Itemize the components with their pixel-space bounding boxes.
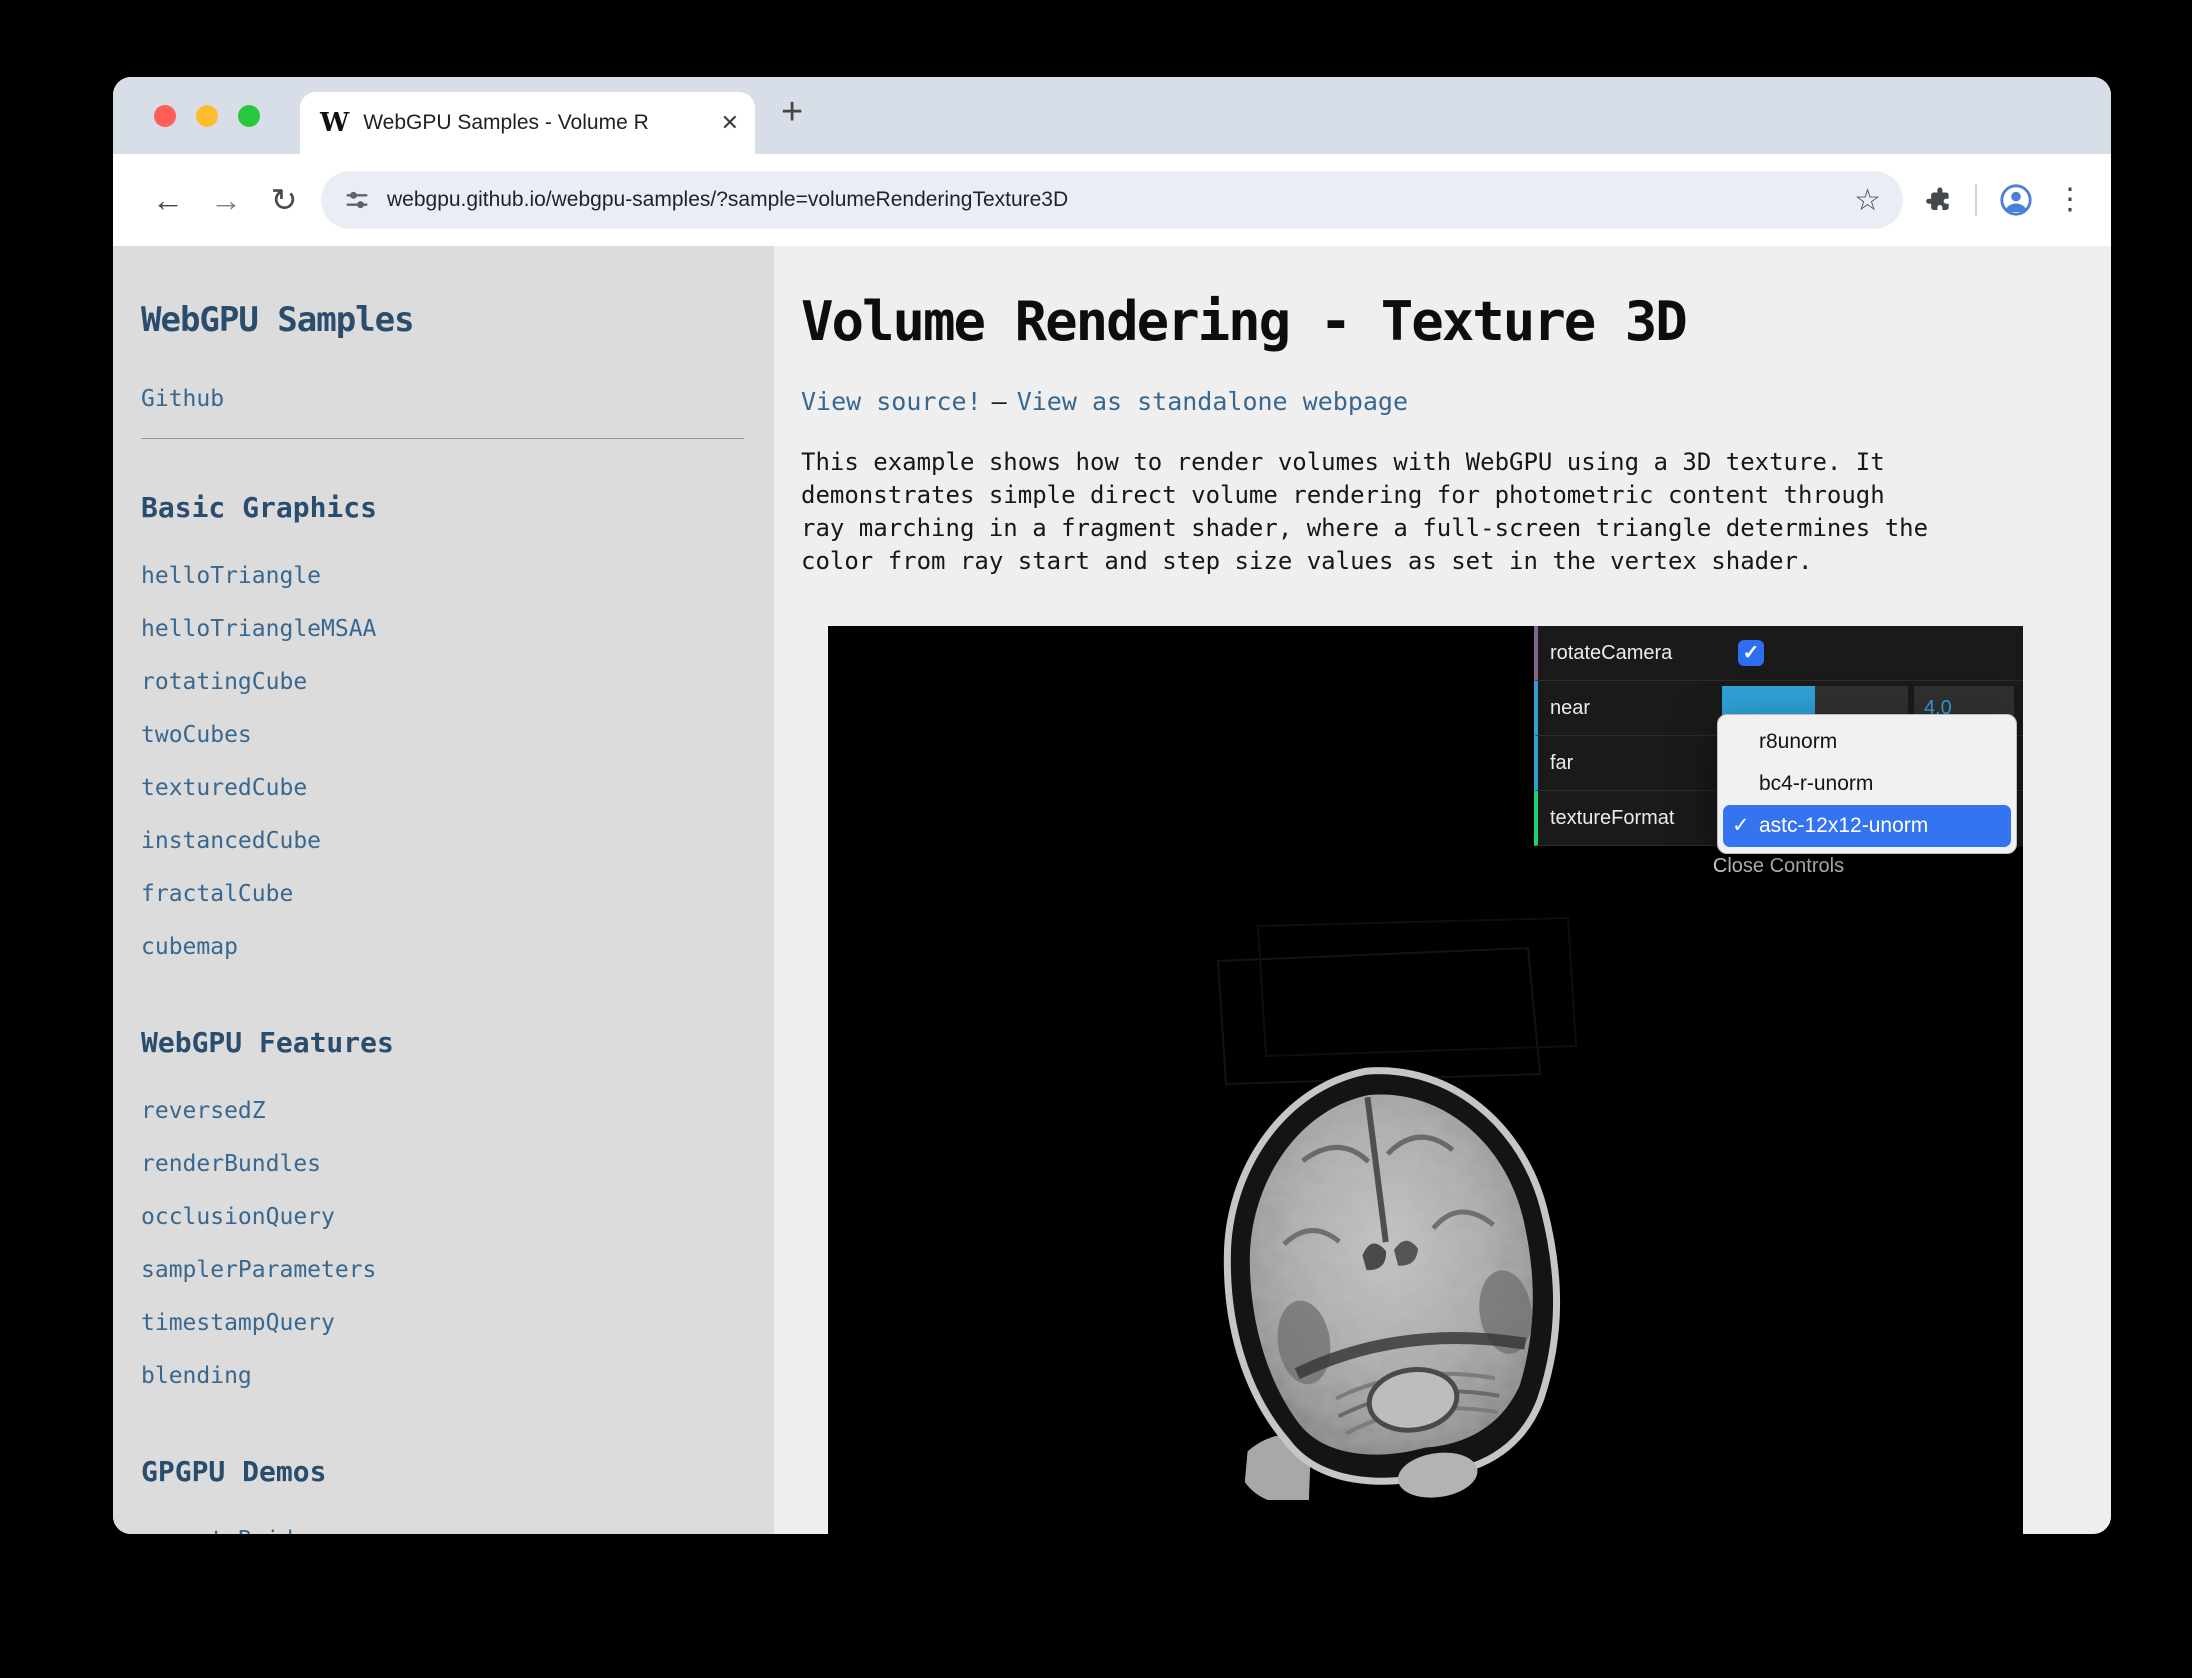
near-label: near	[1538, 697, 1722, 720]
rotate-camera-label: rotateCamera	[1538, 642, 1722, 665]
checkmark-icon: ✓	[1732, 805, 1750, 847]
page-title: Volume Rendering - Texture 3D	[801, 290, 2111, 353]
standalone-link[interactable]: View as standalone webpage	[1017, 387, 1408, 416]
toolbar-actions: ⋮	[1923, 183, 2085, 217]
dropdown-option-bc4-r-unorm[interactable]: bc4-r-unorm	[1723, 763, 2011, 805]
sidebar-item-helloTriangleMSAA[interactable]: helloTriangleMSAA	[141, 603, 774, 656]
dropdown-option-label: astc-12x12-unorm	[1759, 814, 1928, 837]
sidebar-link-list: computeBoids	[141, 1514, 774, 1534]
view-source-link[interactable]: View source!	[801, 387, 982, 416]
dropdown-option-label: r8unorm	[1759, 730, 1837, 753]
extensions-icon[interactable]	[1923, 185, 1953, 215]
toolbar-divider	[1975, 184, 1977, 216]
url-text[interactable]: webgpu.github.io/webgpu-samples/?sample=…	[387, 188, 1842, 212]
sidebar-section-heading: GPGPU Demos	[141, 1455, 774, 1488]
page-content: WebGPU Samples Github Basic Graphics hell…	[113, 246, 2111, 1534]
site-title: WebGPU Samples	[141, 300, 774, 340]
traffic-lights	[154, 105, 260, 127]
sidebar-section-heading: Basic Graphics	[141, 491, 774, 524]
dropdown-option-astc-12x12-unorm[interactable]: ✓ astc-12x12-unorm	[1723, 805, 2011, 847]
gui-row-rotate-camera: rotateCamera ✓	[1534, 626, 2023, 681]
tab-favicon-icon: W	[320, 108, 349, 138]
rotate-camera-checkbox[interactable]: ✓	[1738, 640, 1764, 666]
tab-close-icon[interactable]: ✕	[721, 110, 739, 136]
sidebar-item-renderBundles[interactable]: renderBundles	[141, 1138, 774, 1191]
brain-mri-render	[1168, 1030, 1608, 1500]
sidebar-section-heading: WebGPU Features	[141, 1026, 774, 1059]
sidebar-item-computeBoids[interactable]: computeBoids	[141, 1514, 774, 1534]
sidebar-item-rotatingCube[interactable]: rotatingCube	[141, 656, 774, 709]
sample-description: This example shows how to render volumes…	[801, 446, 1935, 578]
reload-icon[interactable]: ↻	[255, 181, 313, 219]
bookmark-star-icon[interactable]: ☆	[1854, 183, 1881, 218]
sidebar-item-helloTriangle[interactable]: helloTriangle	[141, 550, 774, 603]
texture-format-label: textureFormat	[1538, 807, 1722, 830]
sidebar-item-cubemap[interactable]: cubemap	[141, 921, 774, 974]
main-content: Volume Rendering - Texture 3D View sourc…	[774, 246, 2111, 1534]
sidebar-item-samplerParameters[interactable]: samplerParameters	[141, 1244, 774, 1297]
sidebar-sections: Basic Graphics helloTrianglehelloTriangle…	[141, 491, 774, 1534]
dropdown-option-r8unorm[interactable]: r8unorm	[1723, 721, 2011, 763]
profile-avatar-icon[interactable]	[1999, 183, 2033, 217]
texture-format-dropdown: r8unorm bc4-r-unorm ✓ astc-12x12-unorm	[1717, 714, 2017, 854]
forward-icon[interactable]: →	[197, 182, 255, 219]
checkbox-check-icon: ✓	[1743, 642, 1760, 664]
sample-links-row: View source! — View as standalone webpage	[801, 387, 2111, 416]
sidebar-link-list: helloTrianglehelloTriangleMSAArotatingCu…	[141, 550, 774, 974]
tab-strip: W WebGPU Samples - Volume R ✕ +	[113, 77, 2111, 154]
sidebar: WebGPU Samples Github Basic Graphics hell…	[113, 246, 774, 1534]
new-tab-button[interactable]: +	[781, 91, 803, 134]
sidebar-item-occlusionQuery[interactable]: occlusionQuery	[141, 1191, 774, 1244]
sidebar-item-fractalCube[interactable]: fractalCube	[141, 868, 774, 921]
github-link[interactable]: Github	[141, 386, 774, 412]
sidebar-item-blending[interactable]: blending	[141, 1350, 774, 1403]
sidebar-item-reversedZ[interactable]: reversedZ	[141, 1085, 774, 1138]
dropdown-option-label: bc4-r-unorm	[1759, 772, 1873, 795]
sidebar-item-texturedCube[interactable]: texturedCube	[141, 762, 774, 815]
browser-tab[interactable]: W WebGPU Samples - Volume R ✕	[300, 92, 755, 154]
minimize-window-button[interactable]	[196, 105, 218, 127]
browser-toolbar: ← → ↻ webgpu.github.io/webgpu-samples/?s…	[113, 154, 2111, 246]
sidebar-link-list: reversedZrenderBundlesocclusionQuerysamp…	[141, 1085, 774, 1403]
sidebar-item-timestampQuery[interactable]: timestampQuery	[141, 1297, 774, 1350]
browser-window: W WebGPU Samples - Volume R ✕ + ← → ↻ we…	[113, 77, 2111, 1534]
webgpu-canvas[interactable]: rotateCamera ✓ near 4.0 far texture	[828, 626, 2023, 1534]
sidebar-item-instancedCube[interactable]: instancedCube	[141, 815, 774, 868]
tab-title: WebGPU Samples - Volume R	[363, 111, 714, 135]
zoom-window-button[interactable]	[238, 105, 260, 127]
sidebar-item-twoCubes[interactable]: twoCubes	[141, 709, 774, 762]
menu-kebab-icon[interactable]: ⋮	[2055, 185, 2085, 215]
sidebar-divider	[141, 438, 744, 439]
back-icon[interactable]: ←	[139, 182, 197, 219]
far-label: far	[1538, 752, 1722, 775]
address-bar[interactable]: webgpu.github.io/webgpu-samples/?sample=…	[321, 171, 1903, 229]
close-window-button[interactable]	[154, 105, 176, 127]
link-separator: —	[992, 387, 1007, 416]
tune-icon[interactable]	[343, 186, 371, 214]
